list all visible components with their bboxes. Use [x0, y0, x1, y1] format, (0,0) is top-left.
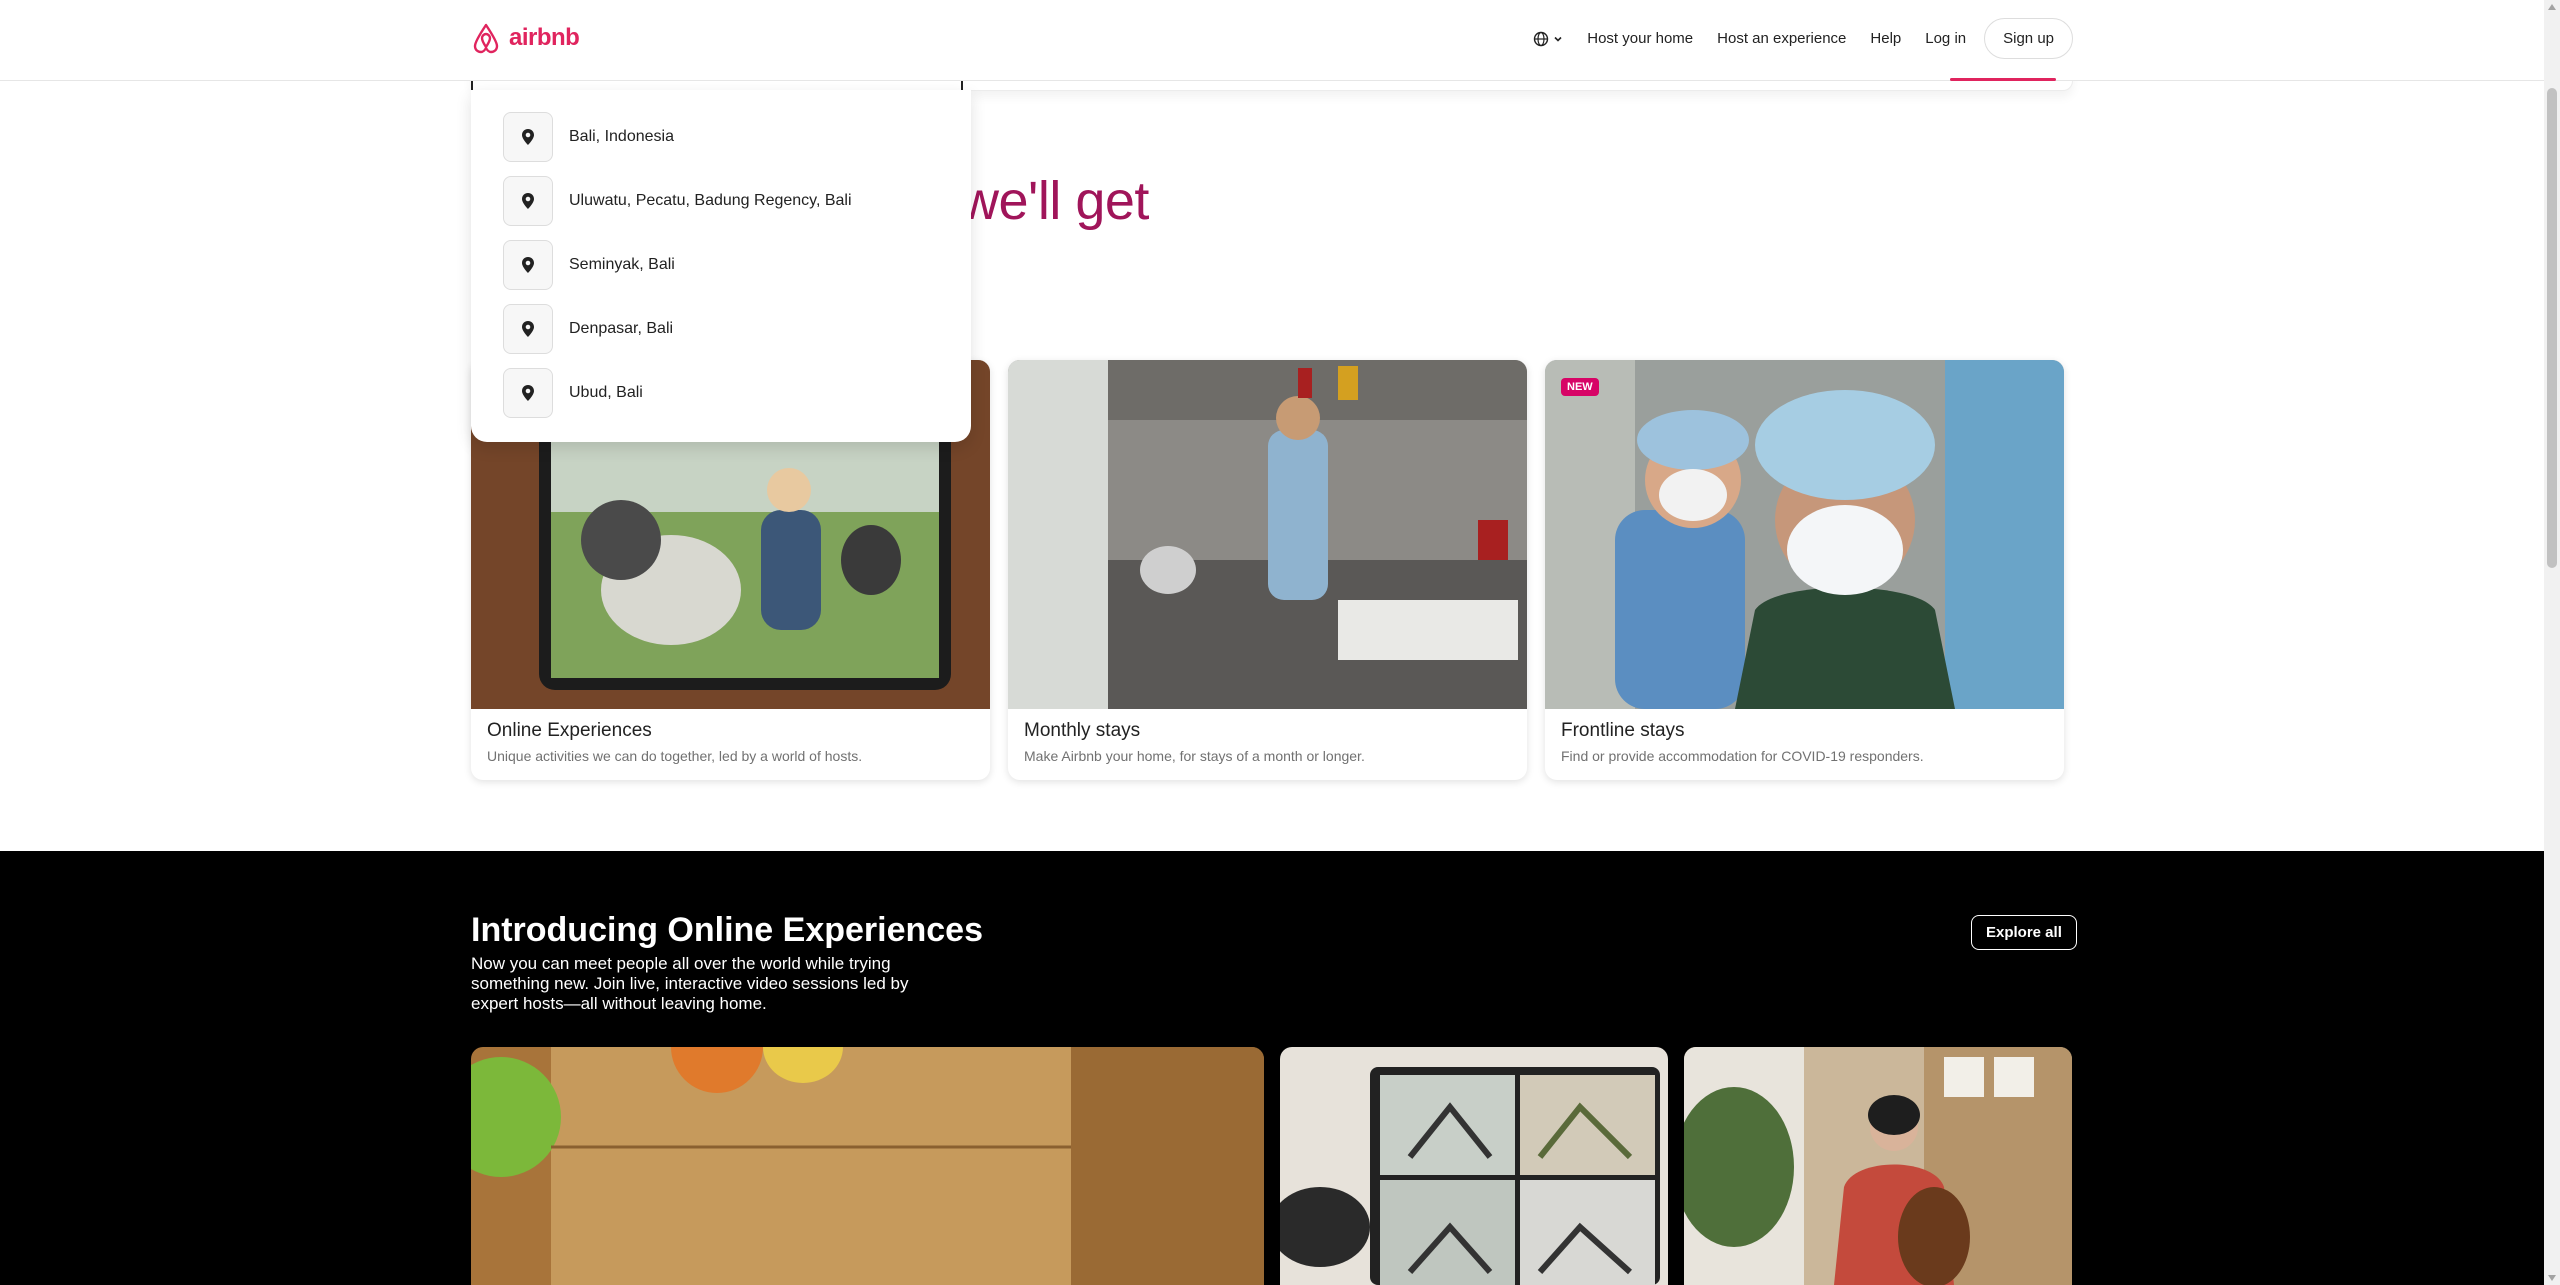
- suggestion-label: Seminyak, Bali: [569, 256, 675, 273]
- experience-card-yoga[interactable]: [1280, 1047, 1668, 1285]
- card-frontline-stays[interactable]: NEW Frontline stays Find or provide acco…: [1545, 360, 2064, 780]
- yoga-experience-image: [1280, 1047, 1668, 1285]
- card-title: Monthly stays: [1024, 720, 1141, 741]
- suggestion-item[interactable]: Ubud, Bali: [503, 368, 643, 418]
- scroll-down-arrow-icon[interactable]: [2548, 1275, 2556, 1281]
- globe-icon: [1534, 31, 1549, 46]
- online-experiences-section: [0, 851, 2544, 1285]
- logo-text: airbnb: [509, 24, 580, 51]
- language-selector[interactable]: [1521, 21, 1575, 57]
- suggestion-item[interactable]: Seminyak, Bali: [503, 240, 675, 290]
- card-monthly-stays[interactable]: Monthly stays Make Airbnb your home, for…: [1008, 360, 1527, 780]
- location-pin-icon: [503, 304, 553, 354]
- hero-heading: we'll get: [960, 171, 1149, 231]
- scrollbar-thumb[interactable]: [2547, 88, 2557, 568]
- card-subtitle: Find or provide accommodation for COVID-…: [1561, 748, 1924, 764]
- location-pin-icon: [503, 240, 553, 290]
- host-experience-link[interactable]: Host an experience: [1705, 20, 1858, 57]
- location-suggestions-dropdown: Bali, Indonesia Uluwatu, Pecatu, Badung …: [471, 90, 971, 442]
- suggestion-label: Uluwatu, Pecatu, Badung Regency, Bali: [569, 192, 852, 209]
- explore-all-button[interactable]: Explore all: [1971, 915, 2077, 950]
- suggestion-item[interactable]: Bali, Indonesia: [503, 112, 674, 162]
- cooking-experience-image: [471, 1047, 1264, 1285]
- signup-button[interactable]: Sign up: [1984, 18, 2073, 59]
- suggestion-label: Denpasar, Bali: [569, 320, 674, 337]
- card-title: Frontline stays: [1561, 720, 1685, 741]
- host-home-link[interactable]: Host your home: [1575, 20, 1705, 57]
- chevron-down-icon: [1554, 36, 1562, 42]
- suggestion-label: Ubud, Bali: [569, 384, 643, 401]
- suggestion-item[interactable]: Denpasar, Bali: [503, 304, 673, 354]
- section-description: Now you can meet people all over the wor…: [471, 954, 909, 1013]
- experience-card-cello[interactable]: [1684, 1047, 2072, 1285]
- card-title: Online Experiences: [487, 720, 652, 741]
- section-title: Introducing Online Experiences: [471, 911, 983, 949]
- location-pin-icon: [503, 368, 553, 418]
- card-subtitle: Unique activities we can do together, le…: [487, 748, 863, 764]
- cello-experience-image: [1684, 1047, 2072, 1285]
- location-pin-icon: [503, 176, 553, 226]
- login-link[interactable]: Log in: [1913, 20, 1978, 57]
- top-header: airbnb Host your home Host an experience…: [0, 0, 2544, 81]
- scroll-up-arrow-icon[interactable]: [2548, 4, 2556, 10]
- frontline-stays-image: [1545, 360, 2064, 709]
- airbnb-logo-icon: [473, 23, 499, 54]
- suggestion-label: Bali, Indonesia: [569, 128, 674, 145]
- monthly-stays-image: [1008, 360, 1527, 709]
- location-pin-icon: [503, 112, 553, 162]
- page-scrollbar[interactable]: [2544, 0, 2560, 1285]
- suggestion-item[interactable]: Uluwatu, Pecatu, Badung Regency, Bali: [503, 176, 852, 226]
- experience-card-cooking[interactable]: [471, 1047, 1264, 1285]
- help-link[interactable]: Help: [1858, 20, 1913, 57]
- airbnb-logo[interactable]: airbnb: [471, 22, 580, 54]
- header-nav: Host your home Host an experience Help L…: [1521, 18, 2073, 59]
- new-badge: NEW: [1561, 378, 1599, 396]
- card-subtitle: Make Airbnb your home, for stays of a mo…: [1024, 748, 1365, 764]
- search-button-edge: [1950, 78, 2056, 81]
